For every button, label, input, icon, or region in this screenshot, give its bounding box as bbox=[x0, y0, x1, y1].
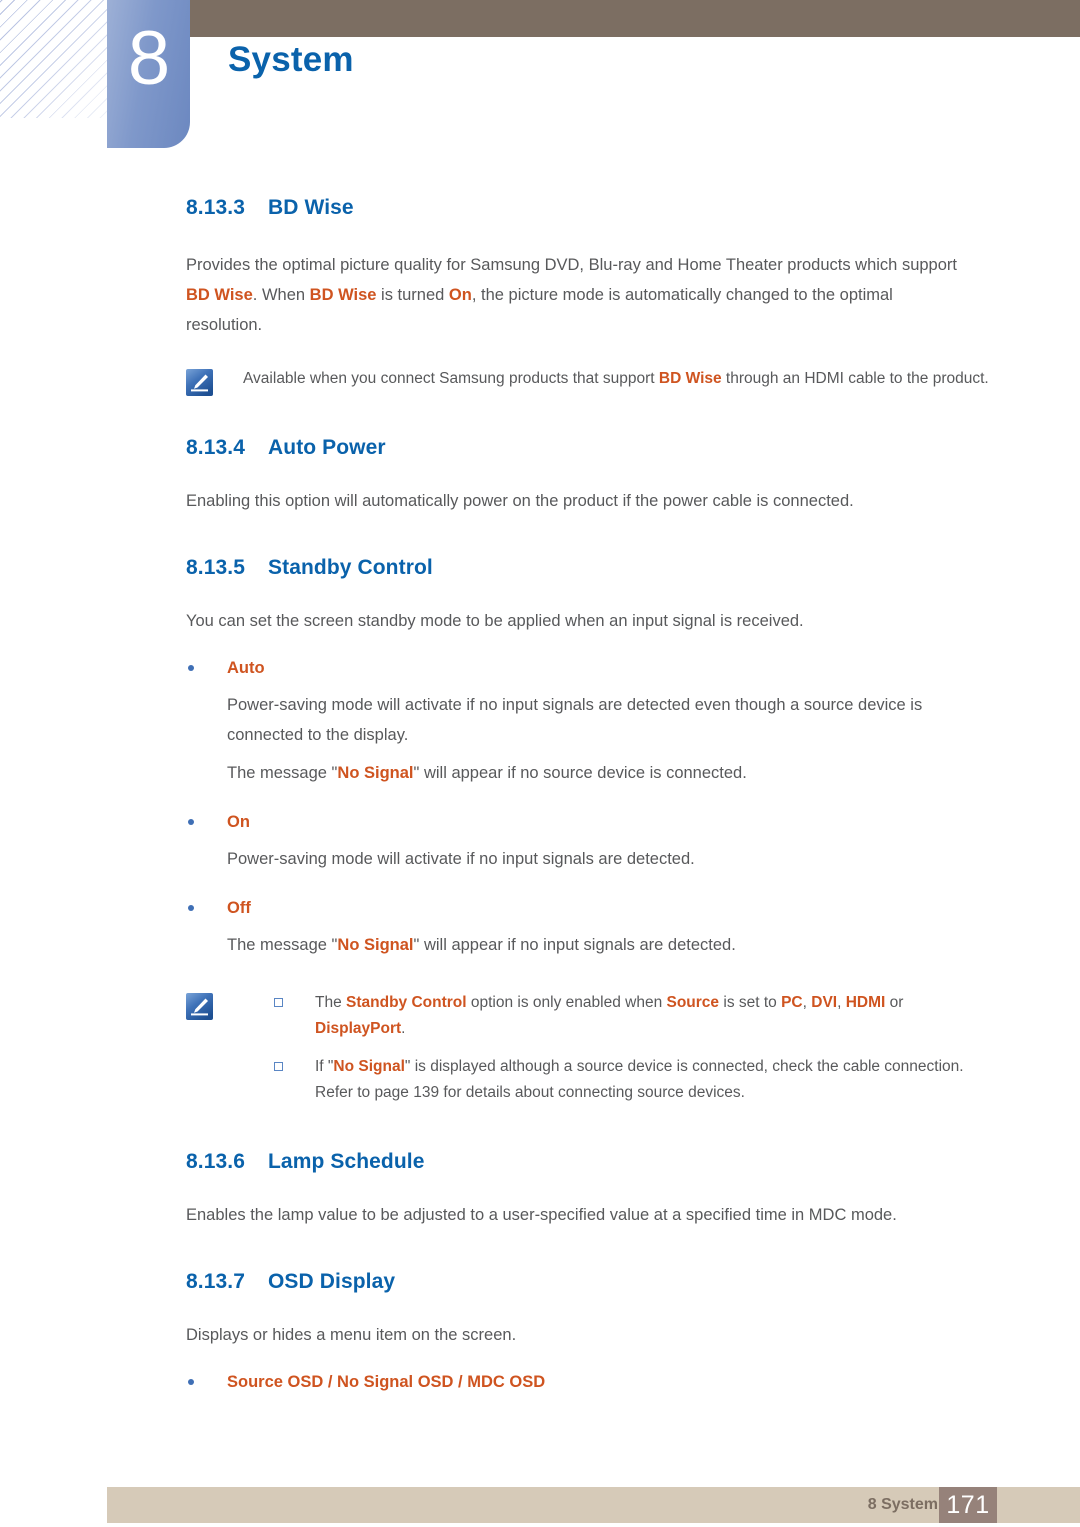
term-source: Source bbox=[666, 994, 720, 1011]
bullet-on-text-1: Power-saving mode will activate if no in… bbox=[227, 850, 695, 868]
section-heading-lamp-schedule: 8.13.6 Lamp Schedule bbox=[0, 1150, 1080, 1174]
chapter-title: System bbox=[228, 40, 354, 79]
bullet-item-on: On bbox=[0, 808, 1080, 836]
note-pencil-icon bbox=[186, 369, 213, 396]
note-standby-control: The Standby Control option is only enabl… bbox=[0, 990, 1080, 1106]
section-number: 8.13.5 bbox=[186, 556, 245, 579]
section-title: OSD Display bbox=[268, 1270, 396, 1293]
section-title: Lamp Schedule bbox=[268, 1150, 425, 1173]
bullet-dot-icon bbox=[188, 665, 194, 671]
bullet-label: On bbox=[227, 813, 250, 831]
page-footer: 8 System 171 bbox=[107, 1487, 1080, 1523]
bullet-off-text-1: The message "No Signal" will appear if n… bbox=[227, 936, 736, 954]
footer-chapter-label: 8 System bbox=[867, 1496, 938, 1513]
page-header: 8 System bbox=[0, 0, 1080, 170]
header-brown-bar bbox=[190, 0, 1080, 37]
term-pc: PC bbox=[781, 994, 803, 1011]
auto-power-paragraph: Enabling this option will automatically … bbox=[186, 492, 854, 510]
term-on: On bbox=[448, 286, 472, 304]
bullet-item-auto: Auto bbox=[0, 654, 1080, 682]
term-bd-wise: BD Wise bbox=[186, 286, 253, 304]
bullet-label: Source OSD / No Signal OSD / MDC OSD bbox=[227, 1373, 546, 1391]
note-pencil-icon bbox=[186, 993, 213, 1020]
sub-bullet-square-icon bbox=[274, 1062, 283, 1071]
term-dvi: DVI bbox=[811, 994, 838, 1011]
chapter-number: 8 bbox=[127, 16, 170, 101]
term-bd-wise: BD Wise bbox=[309, 286, 377, 304]
term-bd-wise: BD Wise bbox=[658, 370, 722, 387]
section-heading-osd-display: 8.13.7 OSD Display bbox=[0, 1270, 1080, 1294]
bullet-item-off: Off bbox=[0, 894, 1080, 922]
bullet-label: Off bbox=[227, 899, 251, 917]
section-heading-auto-power: 8.13.4 Auto Power bbox=[0, 436, 1080, 460]
sub-bullet-square-icon bbox=[274, 998, 283, 1007]
page-number-box: 171 bbox=[939, 1487, 997, 1523]
term-no-signal: No Signal bbox=[337, 936, 414, 954]
note-bd-wise: Available when you connect Samsung produ… bbox=[0, 366, 1080, 396]
chapter-number-tab: 8 bbox=[107, 0, 190, 148]
term-hdmi: HDMI bbox=[845, 994, 886, 1011]
lamp-schedule-paragraph: Enables the lamp value to be adjusted to… bbox=[186, 1206, 897, 1224]
bullet-label: Auto bbox=[227, 659, 265, 677]
section-heading-bd-wise: 8.13.3 BD Wise bbox=[0, 196, 1080, 220]
bullet-dot-icon bbox=[188, 819, 194, 825]
term-no-signal: No Signal bbox=[337, 764, 414, 782]
section-title: BD Wise bbox=[268, 196, 354, 219]
section-title: Standby Control bbox=[268, 556, 433, 579]
bullet-item-osd-options: Source OSD / No Signal OSD / MDC OSD bbox=[0, 1368, 1080, 1396]
section-number: 8.13.7 bbox=[186, 1270, 245, 1293]
bullet-dot-icon bbox=[188, 905, 194, 911]
standby-control-paragraph: You can set the screen standby mode to b… bbox=[186, 612, 804, 630]
term-displayport: DisplayPort bbox=[315, 1020, 402, 1037]
sub-note-item-1: The Standby Control option is only enabl… bbox=[243, 990, 990, 1042]
bd-wise-paragraph: Provides the optimal picture quality for… bbox=[186, 256, 957, 334]
bullet-auto-text-1: Power-saving mode will activate if no in… bbox=[227, 696, 923, 744]
section-title: Auto Power bbox=[268, 436, 386, 459]
section-heading-standby-control: 8.13.5 Standby Control bbox=[0, 556, 1080, 580]
section-number: 8.13.3 bbox=[186, 196, 245, 219]
section-number: 8.13.6 bbox=[186, 1150, 245, 1173]
bullet-auto-text-2: The message "No Signal" will appear if n… bbox=[227, 764, 747, 782]
term-no-signal: No Signal bbox=[333, 1058, 405, 1075]
osd-display-paragraph: Displays or hides a menu item on the scr… bbox=[186, 1326, 517, 1344]
bullet-dot-icon bbox=[188, 1379, 194, 1385]
section-number: 8.13.4 bbox=[186, 436, 245, 459]
sub-note-item-2: If "No Signal" is displayed although a s… bbox=[243, 1054, 990, 1106]
page-content: 8.13.3 BD Wise Provides the optimal pict… bbox=[0, 196, 1080, 1396]
term-standby-control: Standby Control bbox=[346, 994, 467, 1011]
